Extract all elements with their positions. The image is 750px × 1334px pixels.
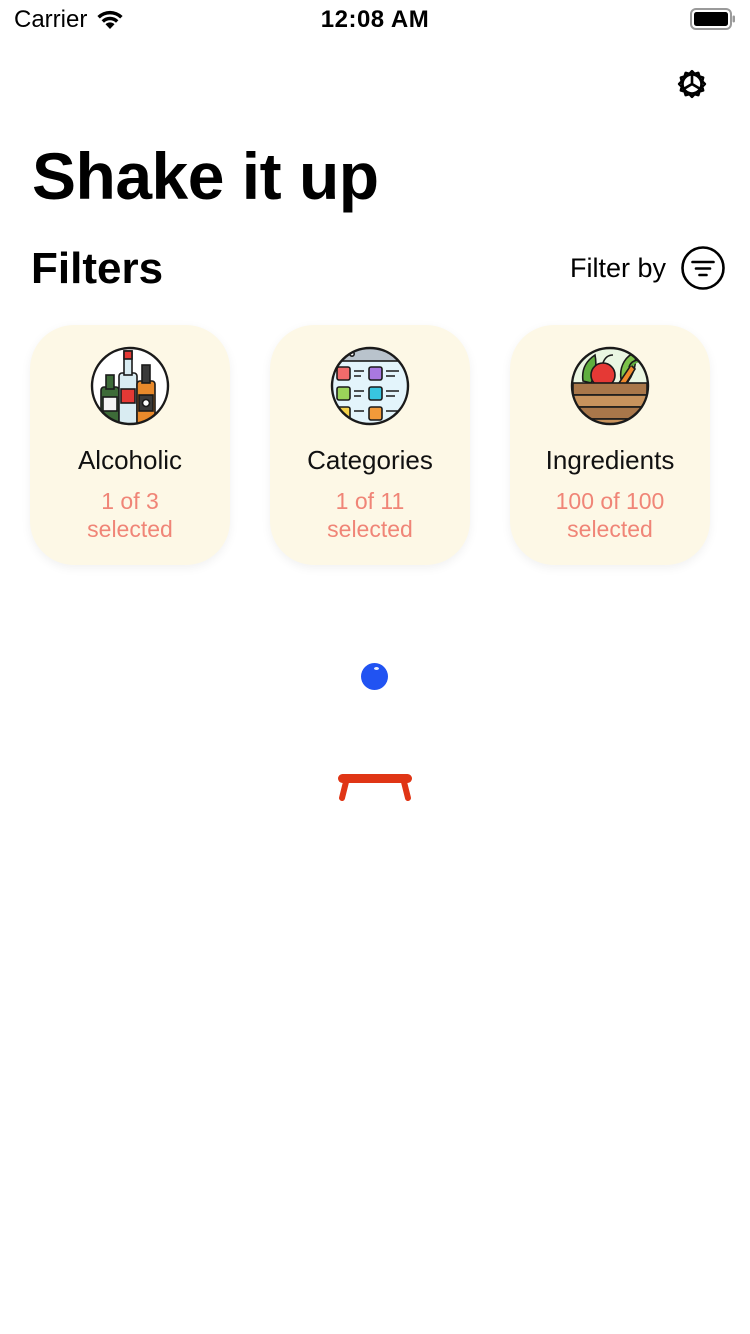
- liquor-bottles-icon: [90, 346, 170, 426]
- gear-icon[interactable]: [672, 64, 712, 104]
- selection-count: 100 of 100: [555, 488, 665, 514]
- status-time: 12:08 AM: [320, 6, 430, 33]
- filter-card-label: Alcoholic: [77, 445, 183, 475]
- selection-suffix: selected: [87, 516, 173, 542]
- filter-card-selection: 1 of 11 selected: [270, 487, 470, 543]
- selection-count: 1 of 3: [101, 488, 159, 514]
- filter-card-ingredients[interactable]: Ingredients 100 of 100 selected: [510, 325, 710, 565]
- filter-card-label: Categories: [307, 445, 433, 475]
- filter-lines-icon: [681, 246, 725, 290]
- selection-suffix: selected: [567, 516, 653, 542]
- filter-card-alcoholic[interactable]: Alcoholic 1 of 3 selected: [30, 325, 230, 565]
- filter-by-label: Filter by: [569, 252, 666, 283]
- selection-suffix: selected: [327, 516, 413, 542]
- filters-heading: Filters: [31, 244, 164, 293]
- filter-cards: Alcoholic 1 of 3 selected Categories 1 o…: [30, 325, 720, 565]
- filter-card-selection: 1 of 3 selected: [30, 487, 230, 543]
- battery-icon: [690, 8, 735, 30]
- status-bar: Carrier 12:08 AM: [0, 0, 750, 44]
- vegetable-crate-icon: [570, 346, 650, 426]
- table-paddle-icon: [338, 774, 412, 801]
- selection-count: 1 of 11: [335, 488, 405, 514]
- filter-by-button[interactable]: Filter by: [570, 245, 726, 291]
- category-grid-icon: [330, 346, 410, 426]
- filter-card-categories[interactable]: Categories 1 of 11 selected: [270, 325, 470, 565]
- page-title: Shake it up: [32, 139, 379, 213]
- filter-card-selection: 100 of 100 selected: [510, 487, 710, 543]
- bouncing-ball: [361, 663, 388, 690]
- filter-card-label: Ingredients: [545, 445, 675, 475]
